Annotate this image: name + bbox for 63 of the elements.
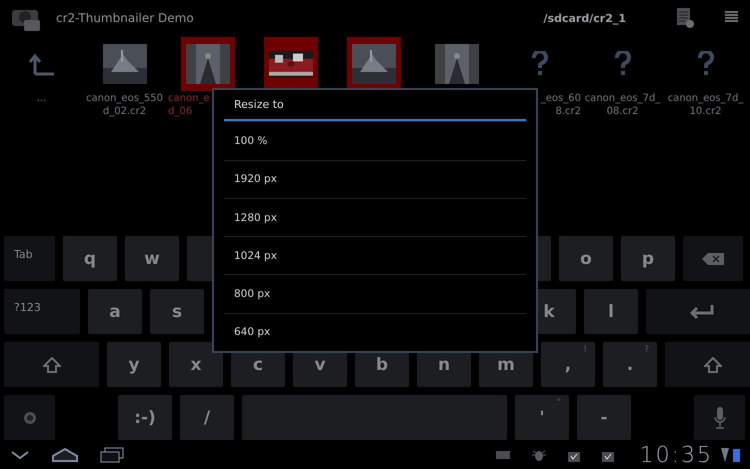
keyboard-key[interactable]: y xyxy=(107,342,161,387)
shift-icon xyxy=(704,356,722,372)
keyboard-key[interactable]: ' " xyxy=(515,395,569,440)
keyboard-icon xyxy=(496,451,510,459)
question-mark-icon[interactable] xyxy=(698,51,714,77)
keyboard-key[interactable]: Tab xyxy=(4,236,55,281)
keyboard-key[interactable]: w xyxy=(125,236,179,281)
file-name: _eos_60 8.cr2 xyxy=(540,92,581,118)
enter-key[interactable] xyxy=(646,289,750,334)
resize-option[interactable]: 1280 px xyxy=(224,198,526,236)
dialog-title: Resize to xyxy=(233,97,285,114)
question-mark-icon[interactable] xyxy=(614,51,630,77)
keyboard-key[interactable]: ?123 xyxy=(4,289,80,334)
keyboard-key[interactable]: :-) xyxy=(118,395,172,440)
keyboard-key[interactable]: s xyxy=(150,289,204,334)
keyboard-key[interactable]: x xyxy=(169,342,223,387)
file-name: canon_eos_7d_ 08.cr2 xyxy=(584,92,660,118)
recent-apps-icon[interactable] xyxy=(100,447,124,463)
file-name: canon_e d_06 xyxy=(168,92,210,118)
file-name: canon_eos_7d_ 10.cr2 xyxy=(668,92,744,118)
keyboard-key[interactable]: o xyxy=(559,236,613,281)
up-arrow-icon[interactable] xyxy=(28,52,54,76)
file-name: ... xyxy=(36,92,46,105)
home-icon[interactable] xyxy=(52,447,78,463)
keyboard-key[interactable]: , ! xyxy=(541,342,595,387)
keyboard-key[interactable]: a xyxy=(88,289,142,334)
shift-icon xyxy=(42,356,60,372)
microphone-icon xyxy=(714,406,726,428)
enter-icon xyxy=(688,304,714,320)
keyboard-key[interactable]: . ? xyxy=(603,342,657,387)
question-mark-icon[interactable] xyxy=(532,51,548,77)
keyboard-key[interactable]: p xyxy=(621,236,675,281)
shift-key[interactable] xyxy=(665,342,750,387)
clock: 10:35 xyxy=(640,442,713,468)
bug-icon xyxy=(532,449,546,461)
shift-key[interactable] xyxy=(4,342,99,387)
resize-option[interactable]: 1920 px xyxy=(224,160,526,198)
app-title: cr2-Thumbnailer Demo xyxy=(56,11,195,25)
keyboard-key[interactable]: l xyxy=(584,289,638,334)
battery-icon xyxy=(733,448,740,462)
selected-thumbnail[interactable] xyxy=(180,37,234,91)
signal-icon xyxy=(721,448,729,462)
clear-list-icon[interactable] xyxy=(676,7,694,29)
keyboard-key[interactable]: / xyxy=(180,395,234,440)
resize-option[interactable]: 100 % xyxy=(224,121,526,160)
back-icon[interactable] xyxy=(10,450,30,460)
settings-icon xyxy=(22,410,36,424)
selected-thumbnail[interactable] xyxy=(264,37,318,91)
backspace-icon xyxy=(702,252,724,264)
selected-thumbnail[interactable] xyxy=(346,37,400,91)
key-hint: ? xyxy=(644,345,649,355)
settings-key[interactable] xyxy=(4,395,55,440)
file-name: canon_eos_550 d_02.cr2 xyxy=(86,92,163,118)
key-hint: " xyxy=(556,398,561,408)
key-hint: ! xyxy=(583,345,587,355)
backspace-key[interactable] xyxy=(683,236,743,281)
resize-option[interactable]: 640 px xyxy=(224,312,526,351)
microphone-key[interactable] xyxy=(694,395,745,440)
keyboard-key[interactable]: - xyxy=(577,395,631,440)
resize-option[interactable]: 800 px xyxy=(224,274,526,313)
folder-path: /sdcard/cr2_1 xyxy=(544,12,626,24)
keyboard-key[interactable]: q xyxy=(63,236,117,281)
resize-option[interactable]: 1024 px xyxy=(224,236,526,274)
